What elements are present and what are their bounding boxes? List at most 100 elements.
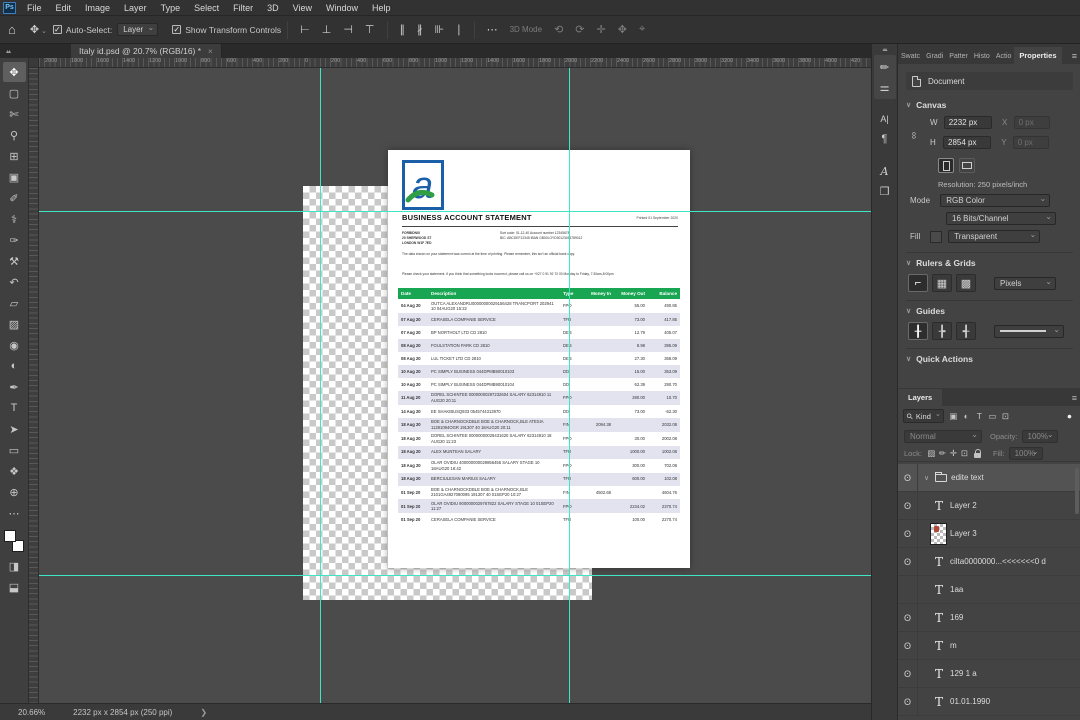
x-field[interactable]: 0 px [1013,116,1050,129]
link-dimensions-icon[interactable]: ∞ [908,132,919,139]
distribute-right-icon[interactable]: ⊪ [429,23,451,36]
layer-visibility-toggle[interactable]: ʘ [898,632,918,659]
hand-tool[interactable]: ❖ [3,461,26,481]
status-options-chevron[interactable]: ❯ [200,708,207,717]
filter-kind-dropdown[interactable]: ⚲ Kind [903,409,944,423]
character-panel-icon[interactable]: A| [875,109,895,129]
layer-row[interactable]: ʘ Tcilta0000000...<<<<<<<0 d [898,548,1080,576]
tab-layers[interactable]: Layers [898,389,943,406]
align-top-edges-icon[interactable]: ⊤ [359,23,381,36]
tab-histo[interactable]: Histo [971,49,993,64]
frame-tool[interactable]: ▣ [3,167,26,187]
y-field[interactable]: 0 px [1012,136,1049,149]
home-icon[interactable]: ⌂ [0,22,24,37]
slide-3d-icon[interactable]: ✥ [612,23,633,36]
zoom-tool[interactable]: ⊕ [3,482,26,502]
edit-toolbar[interactable]: ⋯ [3,503,26,523]
layer-name[interactable]: edite text [951,473,983,482]
layer-name[interactable]: 169 [950,613,963,622]
object-selection-tool[interactable]: ⚲ [3,125,26,145]
filter-type-icon[interactable]: T [973,410,986,423]
layer-name[interactable]: m [950,641,957,650]
rulers-icon[interactable]: ⌐ [908,274,928,292]
grid-icon[interactable]: ▦ [932,274,952,292]
layer-name[interactable]: cilta0000000...<<<<<<<0 d [950,557,1046,566]
quick-actions-section-header[interactable]: ∨ Quick Actions [906,354,973,364]
layer-visibility-toggle[interactable]: ʘ [898,548,918,575]
guides-section-header[interactable]: ∨ Guides [906,306,945,316]
expand-panels-icon[interactable]: ▴▴ [882,44,887,55]
foreground-color-swatch[interactable] [4,530,16,542]
fill-dropdown[interactable]: Transparent [948,230,1041,243]
clone-stamp-tool[interactable]: ⚒ [3,251,26,271]
eyedropper-tool[interactable]: ✐ [3,188,26,208]
layer-row[interactable]: ʘ Tm [898,632,1080,660]
document-tab[interactable]: Italy id.psd @ 20.7% (RGB/16) * × [71,44,222,58]
glyphs-panel-icon[interactable]: A [875,161,895,181]
quick-mask-icon[interactable]: ◨ [3,556,26,576]
lock-guides-icon[interactable]: ╊ [932,322,952,340]
portrait-orientation-button[interactable] [938,158,954,173]
marquee-tool[interactable]: ▢ [3,83,26,103]
layer-visibility-toggle[interactable]: ʘ [898,492,918,519]
guide-style-dropdown[interactable] [994,324,1064,338]
brush-tool[interactable]: ✑ [3,230,26,250]
close-tab-icon[interactable]: × [208,47,213,56]
fill-swatch[interactable] [930,230,943,243]
align-right-edges-icon[interactable]: ⊣ [337,23,359,36]
align-horizontal-centers-icon[interactable]: ⊥ [316,23,338,36]
tab-actio[interactable]: Actio [993,49,1015,64]
layer-row[interactable]: ʘ T Layer 2 [898,492,1080,520]
filter-shape-icon[interactable]: ▭ [986,410,999,423]
new-guide-icon[interactable]: ╂ [908,322,928,340]
crop-tool[interactable]: ⊞ [3,146,26,166]
horizontal-guide[interactable] [39,211,871,212]
layers-menu-icon[interactable]: ≡ [1068,393,1080,406]
auto-select-target-dropdown[interactable]: Layer [117,23,159,36]
canvas-area[interactable]: a BUSINESS ACCOUNT STATEMENT Printed 01 … [39,68,871,703]
ruler-origin-corner[interactable] [29,58,39,68]
collapse-panels-icon[interactable]: ▴▴ [0,48,16,55]
horizontal-guide[interactable] [39,575,871,576]
menu-select[interactable]: Select [187,0,226,16]
type-tool[interactable]: T [3,398,26,418]
distribute-vertical-icon[interactable]: ∣ [450,23,468,36]
more-options-icon[interactable]: ⋯ [481,23,504,36]
filter-smart-object-icon[interactable]: ⊡ [999,410,1012,423]
layer-visibility-toggle[interactable]: ʘ [898,688,918,715]
lock-artboard-icon[interactable]: ⊡ [959,447,970,460]
layer-row[interactable]: ʘ Layer 3 [898,520,1080,548]
vertical-guide[interactable] [320,68,321,703]
menu-view[interactable]: View [286,0,319,16]
lock-pixels-icon[interactable]: ✏ [937,447,948,460]
menu-3d[interactable]: 3D [260,0,286,16]
rulers-grids-section-header[interactable]: ∨ Rulers & Grids [906,258,976,268]
tab-gradi[interactable]: Gradi [923,49,946,64]
color-swatches[interactable] [4,530,24,552]
path-selection-tool[interactable]: ➤ [3,419,26,439]
pixel-grid-icon[interactable]: ▩ [956,274,976,292]
layer-row[interactable]: ʘ T 129 1 a [898,660,1080,688]
menu-file[interactable]: File [20,0,49,16]
group-expand-chevron[interactable]: ∨ [924,474,929,482]
libraries-panel-icon[interactable]: ❒ [875,181,895,201]
layer-name[interactable]: Layer 2 [950,501,977,510]
layer-name[interactable]: 01.01.1990 [950,697,990,706]
blend-mode-dropdown[interactable]: Normal [904,429,982,443]
drag-3d-icon[interactable]: ✛ [591,23,612,36]
orbit-3d-icon[interactable]: ⟲ [548,23,569,36]
move-tool-preset-icon[interactable]: ✥ ⌄ [24,23,53,36]
horizontal-ruler[interactable]: 2000 1800 1600 1400 1200 1000 800 600 400 200 0 200… [39,58,871,68]
lock-transparency-icon[interactable]: ▨ [926,447,937,460]
filter-adjustment-icon[interactable]: ◐ [960,410,973,423]
color-mode-dropdown[interactable]: RGB Color [940,194,1051,207]
menu-filter[interactable]: Filter [226,0,260,16]
layer-row[interactable]: T 1aa [898,576,1080,604]
menu-help[interactable]: Help [365,0,398,16]
landscape-orientation-button[interactable] [959,158,975,173]
vertical-guide[interactable] [569,68,570,703]
camera-3d-icon[interactable]: ⌖ [633,23,651,36]
vertical-ruler[interactable] [29,68,39,703]
layer-visibility-toggle[interactable]: ʘ [898,660,918,687]
shape-tool[interactable]: ▭ [3,440,26,460]
